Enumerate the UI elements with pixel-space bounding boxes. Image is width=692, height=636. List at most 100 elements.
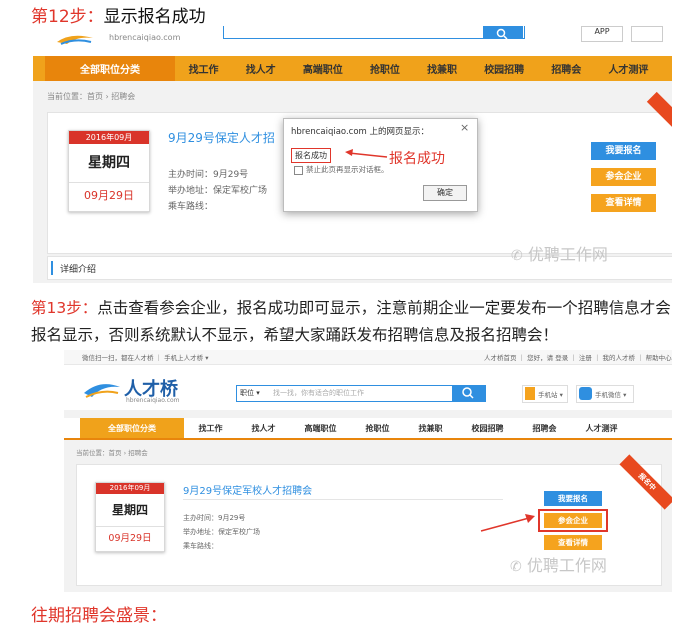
watermark: ✆ 优聘工作网 <box>510 552 607 576</box>
step13-line2: 报名显示，否则系统默认不显示，希望大家踊跃发布招聘信息及报名招聘会！ <box>31 326 559 344</box>
site-header: 人才桥 hbrencaiqiao.com 职位 ▾ 找一找，你有适合的职位工作 … <box>64 365 672 410</box>
logo-icon <box>84 384 120 398</box>
wechat-label: 手机微信 ▾ <box>595 391 627 399</box>
step12-text: 显示报名成功 <box>103 7 206 27</box>
app-button[interactable]: APP <box>581 26 623 42</box>
topbar-left: 微信扫一扫，都在人才桥 ｜ 手机上人才桥 ▾ <box>82 354 209 362</box>
nav-item-5[interactable]: 校园招聘 <box>472 423 504 434</box>
screenshot-companies: 微信扫一扫，都在人才桥 ｜ 手机上人才桥 ▾ 人才桥首页 ｜ 您好，请 登录 ｜… <box>64 350 672 592</box>
fair-title-link[interactable]: 9月29号保定人才招 <box>168 129 275 146</box>
nav-all-categories[interactable]: 全部职位分类 <box>45 56 175 81</box>
calendar-widget: 2016年09月 星期四 09月29日 <box>95 482 165 552</box>
fair-time: 主办时间：9月29号 <box>183 514 246 522</box>
details-button[interactable]: 查看详情 <box>544 535 602 550</box>
dialog-title: hbrencaiqiao.com 上的网页显示： <box>291 127 430 137</box>
close-icon[interactable]: × <box>460 121 469 134</box>
logo-sub: hbrencaiqiao.com <box>126 397 180 404</box>
dialog-message: 报名成功 <box>291 148 331 163</box>
status-ribbon <box>646 91 672 145</box>
tab-detail[interactable]: 详细介绍 <box>60 262 96 275</box>
fair-place: 举办地址：保定军校广场 <box>183 528 260 536</box>
brand-sub: hbrencaiqiao.com <box>109 33 181 42</box>
calendar-month: 2016年09月 <box>69 131 149 144</box>
mobile-label: 手机站 ▾ <box>538 391 563 399</box>
nav-items: 找工作 找人才 高端职位 抢职位 找兼职 校园招聘 招聘会 人才测评 <box>175 61 672 76</box>
alert-dialog: hbrencaiqiao.com 上的网页显示： × 报名成功 禁止此页再显示对… <box>283 118 478 212</box>
logo-icon <box>57 35 93 45</box>
breadcrumb: 当前位置：首页 › 招聘会 <box>76 449 148 457</box>
nav-items: 找工作 找人才 高端职位 抢职位 找兼职 校园招聘 招聘会 人才测评 <box>184 423 672 434</box>
dialog-checkbox-label: 禁止此页再显示对话框。 <box>306 165 389 174</box>
tab-marker <box>51 261 53 275</box>
nav-item-4[interactable]: 找兼职 <box>427 61 457 76</box>
watermark: ✆ 优聘工作网 <box>511 241 608 265</box>
step12-heading: 第12步：显示报名成功 <box>31 6 206 28</box>
step13-line1: 第13步：点击查看参会企业，报名成功即可显示，注意前期企业一定要发布一个招聘信息… <box>31 295 692 321</box>
calendar-weekday: 星期四 <box>88 155 130 171</box>
nav-item-6[interactable]: 招聘会 <box>551 61 581 76</box>
screenshot-signup-success: hbrencaiqiao.com APP 全部职位分类 找工作 找人才 高端职位 抢职… <box>33 26 672 283</box>
arrow-icon <box>480 514 535 532</box>
wechat-icon: ✆ <box>510 559 522 575</box>
step13-text: 点击查看参会企业，报名成功即可显示，注意前期企业一定要发布一个招聘信息才会 <box>97 299 671 317</box>
fair-title-link[interactable]: 9月29号保定军校人才招聘会 <box>183 482 312 497</box>
apply-button[interactable]: 我要报名 <box>591 142 656 160</box>
details-button[interactable]: 查看详情 <box>591 194 656 212</box>
search-input[interactable] <box>223 26 525 39</box>
annotation-label: 报名成功 <box>389 151 445 167</box>
nav-item-3[interactable]: 抢职位 <box>370 61 400 76</box>
arrow-icon <box>345 149 388 158</box>
search-icon <box>462 387 474 399</box>
nav-item-4[interactable]: 找兼职 <box>419 423 443 434</box>
apply-button[interactable]: 我要报名 <box>544 491 602 506</box>
nav-item-1[interactable]: 找人才 <box>246 61 276 76</box>
search-placeholder: 找一找，你有适合的职位工作 <box>273 389 364 397</box>
calendar-weekday: 星期四 <box>111 503 148 517</box>
nav-item-3[interactable]: 抢职位 <box>366 423 390 434</box>
nav-item-2[interactable]: 高端职位 <box>303 61 343 76</box>
site-header: hbrencaiqiao.com APP <box>33 26 672 56</box>
past-fairs-heading: 往期招聘会盛景： <box>31 606 167 626</box>
companies-button[interactable]: 参会企业 <box>544 513 602 528</box>
wechat-icon <box>579 387 592 400</box>
fair-place: 举办地址：保定军校广场 <box>168 186 268 196</box>
search-button[interactable] <box>452 385 486 402</box>
nav-item-0[interactable]: 找工作 <box>199 423 223 434</box>
calendar-widget: 2016年09月 星期四 09月29日 <box>68 130 150 212</box>
dialog-ok-button[interactable]: 确定 <box>423 185 467 201</box>
wechat-button[interactable] <box>631 26 663 42</box>
nav-all-categories[interactable]: 全部职位分类 <box>80 418 184 438</box>
watermark-text: 优聘工作网 <box>526 556 607 575</box>
search-icon <box>496 28 508 40</box>
divider <box>183 499 503 500</box>
fair-route: 乘车路线： <box>168 202 214 212</box>
nav-item-0[interactable]: 找工作 <box>189 61 219 76</box>
watermark-text: 优聘工作网 <box>527 245 608 264</box>
nav-item-1[interactable]: 找人才 <box>252 423 276 434</box>
mobile-icon <box>525 387 535 400</box>
wechat-icon: ✆ <box>511 248 523 264</box>
dialog-checkbox[interactable] <box>294 166 303 175</box>
search-button[interactable] <box>483 26 523 40</box>
search-input[interactable]: 职位 ▾ 找一找，你有适合的职位工作 <box>236 385 464 402</box>
step13-number: 第13步： <box>31 299 98 317</box>
fair-time: 主办时间：9月29号 <box>168 170 249 180</box>
nav-item-6[interactable]: 招聘会 <box>533 423 557 434</box>
calendar-date: 09月29日 <box>96 526 164 550</box>
calendar-month: 2016年09月 <box>96 483 164 494</box>
topbar-right: 人才桥首页 ｜ 您好，请 登录 ｜ 注册 ｜ 我的人才桥 ｜ 帮助中心 <box>484 354 672 362</box>
status-ribbon: 报名中 <box>619 454 672 510</box>
main-nav: 全部职位分类 找工作 找人才 高端职位 抢职位 找兼职 校园招聘 招聘会 人才测评 <box>64 418 672 440</box>
nav-item-5[interactable]: 校园招聘 <box>484 61 524 76</box>
nav-item-7[interactable]: 人才测评 <box>608 61 648 76</box>
mobile-site-button[interactable]: 手机站 ▾ <box>522 385 568 403</box>
breadcrumb: 当前位置：首页 › 招聘会 <box>47 92 136 101</box>
search-select[interactable]: 职位 ▾ <box>240 388 260 398</box>
companies-button[interactable]: 参会企业 <box>591 168 656 186</box>
calendar-date: 09月29日 <box>69 182 149 209</box>
fair-route: 乘车路线： <box>183 542 218 550</box>
step12-number: 第12步： <box>31 7 104 27</box>
nav-item-7[interactable]: 人才测评 <box>586 423 618 434</box>
wechat-button[interactable]: 手机微信 ▾ <box>576 385 634 403</box>
nav-item-2[interactable]: 高端职位 <box>305 423 337 434</box>
